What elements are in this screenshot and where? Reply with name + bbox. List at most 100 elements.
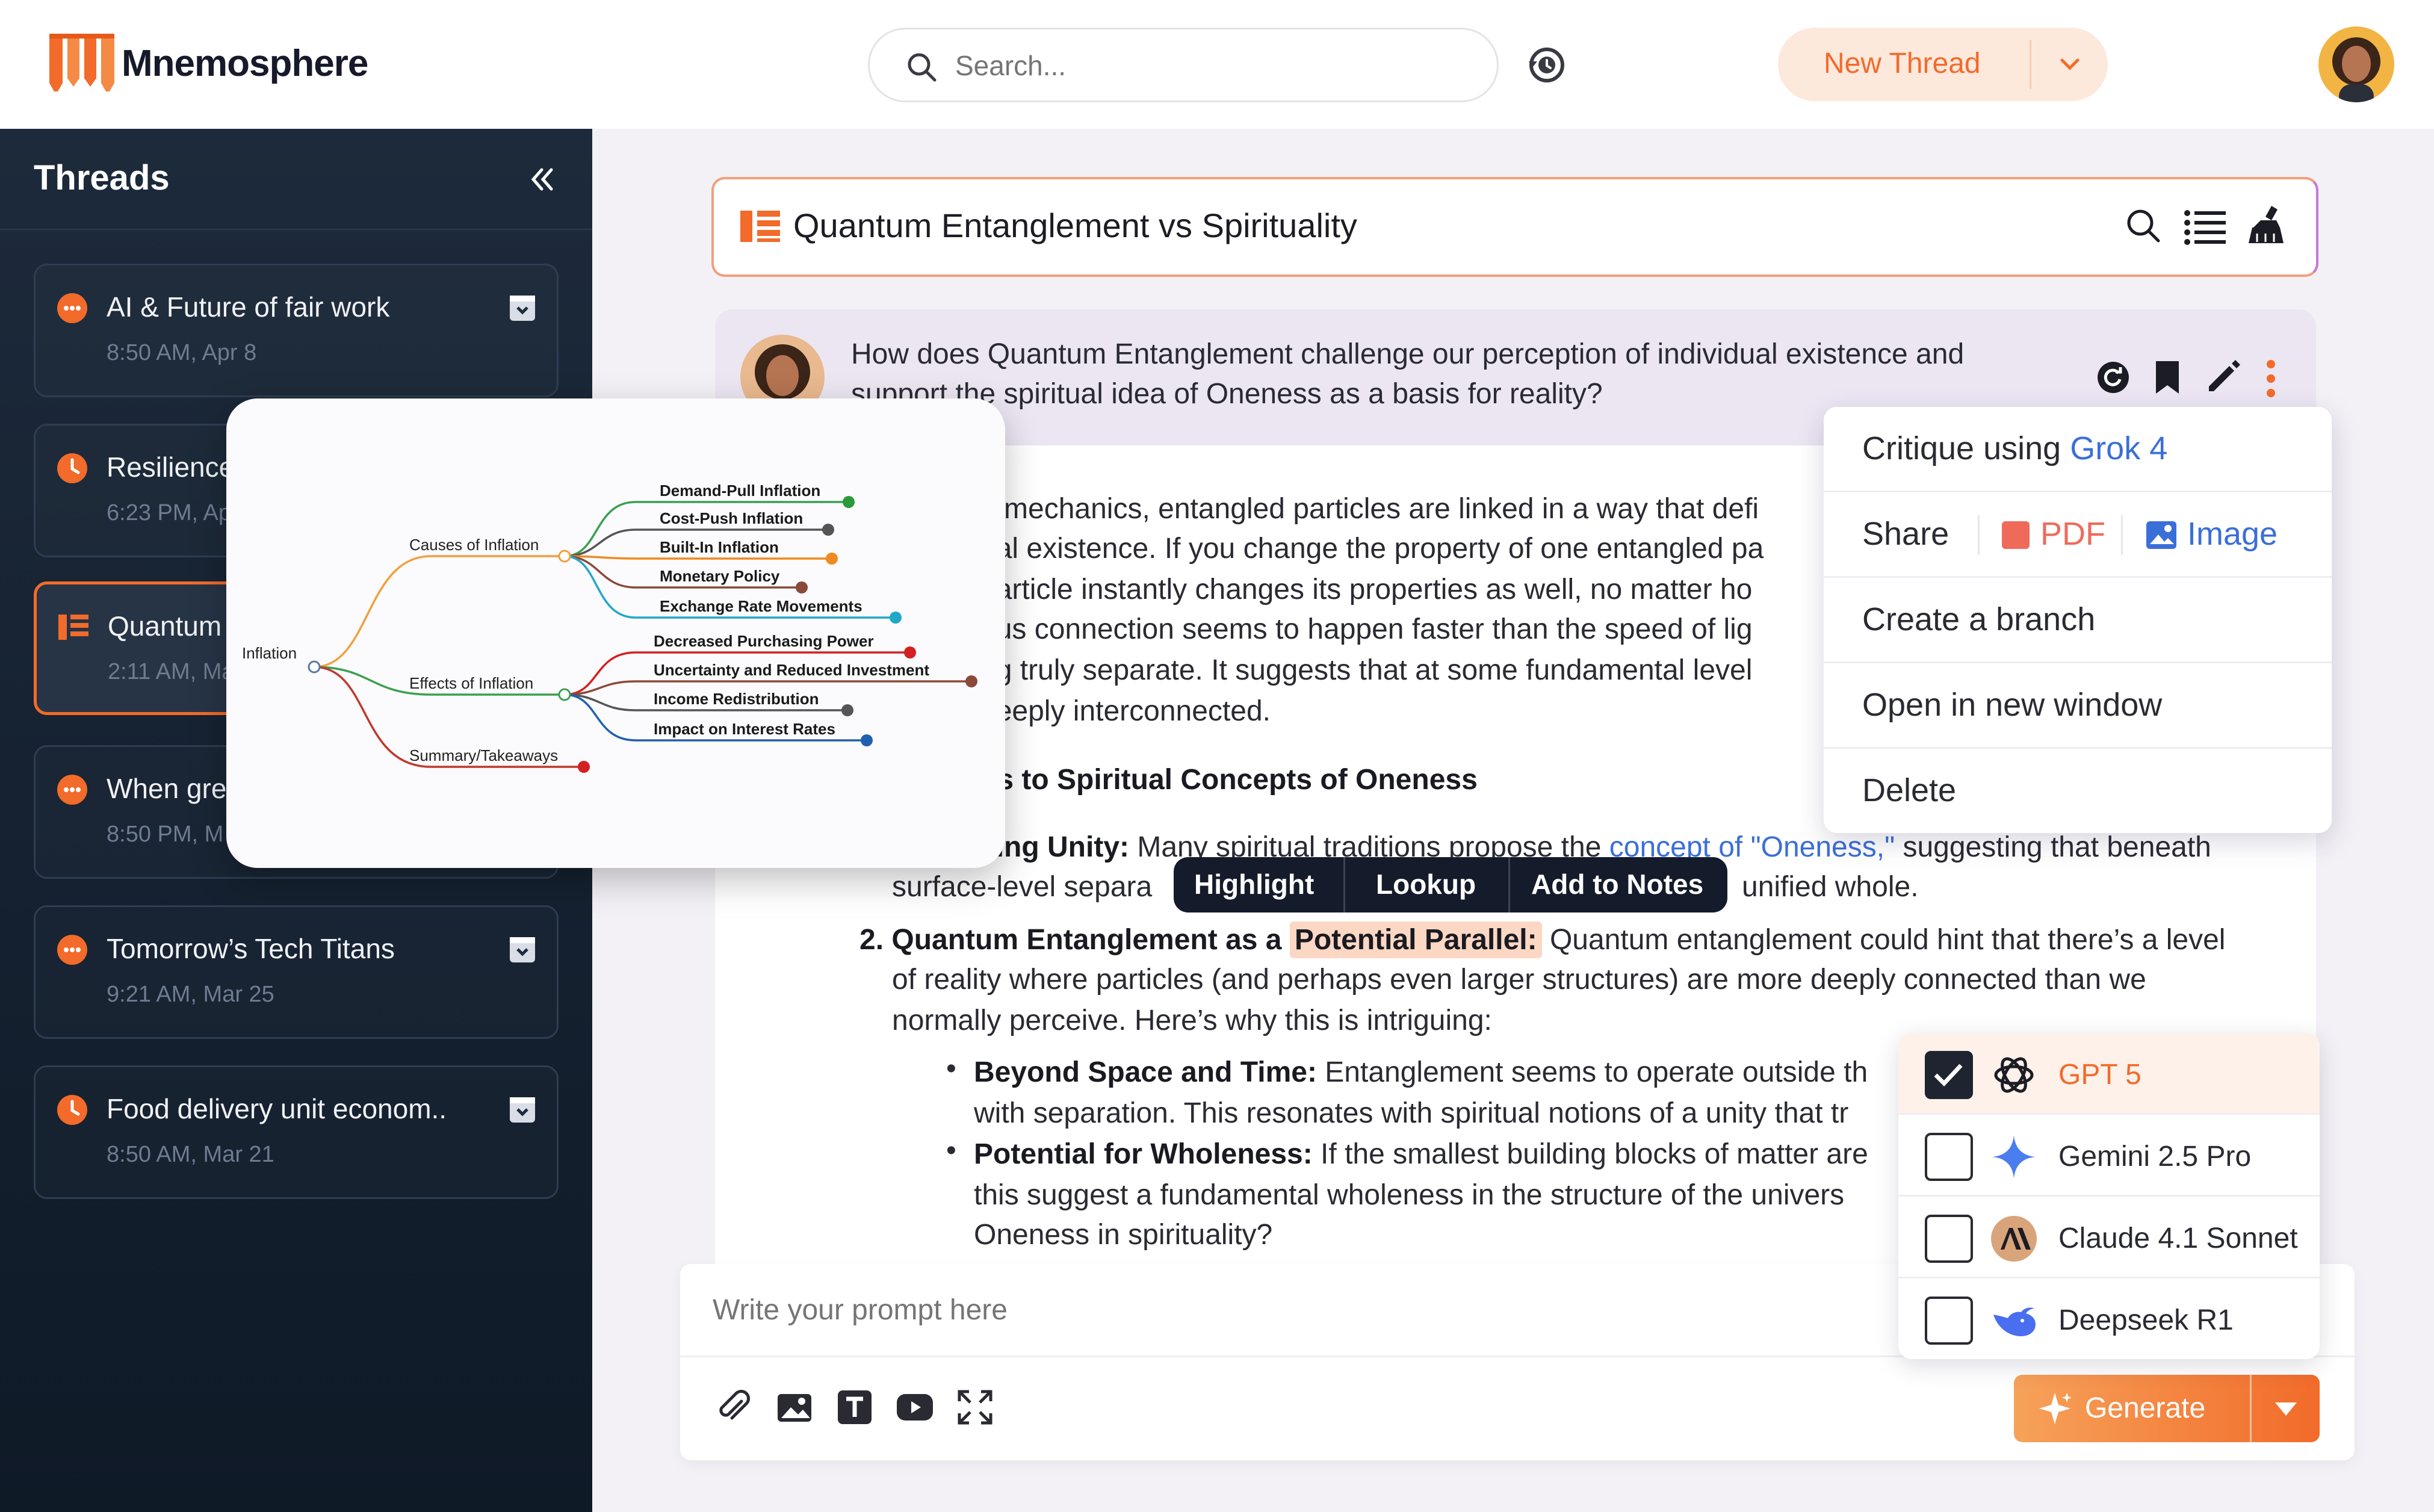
app-name: Mnemosphere (122, 43, 368, 84)
text-tool-icon[interactable] (835, 1388, 874, 1427)
generate-label: Generate (2085, 1392, 2206, 1424)
bookmark-icon[interactable] (2152, 360, 2182, 395)
new-thread-button[interactable]: New Thread (1778, 28, 2108, 101)
archive-icon[interactable] (507, 935, 537, 965)
divider (0, 229, 592, 230)
new-thread-label: New Thread (1824, 48, 1981, 79)
video-icon[interactable] (896, 1388, 934, 1427)
highlight-button[interactable]: Highlight (1194, 868, 1314, 900)
thread-title: When gre (107, 773, 227, 804)
thread-title: Tomorrow’s Tech Titans (107, 933, 395, 964)
mindmap-leaf: Decreased Purchasing Power (654, 632, 874, 650)
critique-model[interactable]: Grok 4 (2070, 430, 2167, 466)
model-name: Gemini 2.5 Pro (2058, 1141, 2252, 1173)
thread-time: 8:50 AM, Apr 8 (107, 340, 257, 365)
thread-card[interactable]: Tomorrow’s Tech Titans 9:21 AM, Mar 25 (34, 905, 559, 1039)
divider (2030, 40, 2031, 89)
list-item: 2. Quantum Entanglement as a Potential P… (859, 920, 2225, 961)
edit-pencil-icon[interactable] (2204, 359, 2241, 396)
model-checkbox[interactable] (1925, 1215, 1973, 1263)
divider (2121, 515, 2123, 555)
answer-line: ual existence. If you change the propert… (980, 533, 1764, 565)
generate-button[interactable]: Generate (2014, 1375, 2320, 1442)
thread-time: 2:11 AM, Ma (108, 659, 235, 684)
add-to-notes-button[interactable]: Add to Notes (1531, 868, 1703, 900)
chevron-down-icon[interactable] (2055, 49, 2085, 79)
model-checkbox[interactable] (1925, 1297, 1973, 1345)
model-option[interactable]: Gemini 2.5 Pro (1898, 1115, 2320, 1197)
mindmap-leaf: Income Redistribution (654, 690, 819, 708)
outline-list-icon[interactable] (2184, 208, 2226, 246)
more-vertical-icon[interactable] (2262, 359, 2280, 398)
thread-time: 9:21 AM, Mar 25 (107, 982, 274, 1007)
bullet-text: Entanglement seems to operate outside th (1316, 1056, 1868, 1088)
bullet-bold: Potential for Wholeness: (974, 1138, 1313, 1170)
sidebar-title: Threads (34, 158, 170, 197)
bullet-item: Potential for Wholeness: If the smallest… (974, 1134, 1868, 1175)
bullet-item: Beyond Space and Time: Entanglement seem… (974, 1052, 1868, 1093)
share-pdf-button[interactable]: PDF (2040, 515, 2105, 553)
answer-line: surface-level separa (892, 871, 1153, 903)
clear-broom-icon[interactable] (2247, 203, 2287, 246)
model-checkbox[interactable] (1925, 1051, 1973, 1099)
mindmap-branch: Effects of Inflation (409, 674, 533, 692)
question-line: How does Quantum Entanglement challenge … (851, 338, 1965, 370)
highlighted-text[interactable]: Potential Parallel: (1289, 922, 1542, 958)
divider (2250, 1375, 2252, 1442)
search-bar[interactable] (868, 28, 1499, 102)
thread-card[interactable]: AI & Future of fair work 8:50 AM, Apr 8 (34, 264, 559, 397)
item-bold: Quantum Entanglement as a (891, 924, 1290, 956)
answer-line: normally perceive. Here’s why this is in… (892, 1005, 1492, 1036)
bullet-dot: • (946, 1053, 956, 1085)
model-option[interactable]: GPT 5 (1898, 1033, 2320, 1115)
regenerate-icon[interactable] (2096, 360, 2131, 395)
thread-card[interactable]: Food delivery unit econom.. 8:50 AM, Mar… (34, 1065, 559, 1199)
delete-label: Delete (1862, 772, 1957, 808)
deepseek-icon (1993, 1307, 2036, 1336)
share-menu-item: Share PDF Image (1824, 492, 2332, 578)
model-name: Claude 4.1 Sonnet (2058, 1222, 2298, 1254)
caret-down-icon[interactable] (2271, 1395, 2300, 1422)
selection-toolbar: Highlight Lookup Add to Notes (1174, 857, 1727, 912)
mindmap-canvas: Inflation Causes of Inflation Effects of… (242, 482, 977, 773)
gemini-icon (1992, 1135, 2036, 1179)
model-option[interactable]: Deepseek R1 (1898, 1278, 2320, 1360)
image-upload-icon[interactable] (775, 1388, 814, 1427)
model-checkbox[interactable] (1925, 1133, 1973, 1181)
share-label: Share (1862, 516, 1949, 552)
answer-line: Oneness in spirituality? (974, 1219, 1273, 1251)
search-icon[interactable] (2125, 207, 2162, 244)
archive-icon[interactable] (507, 293, 537, 323)
thread-icon (58, 615, 88, 640)
attach-icon[interactable] (714, 1388, 752, 1427)
clock-icon (57, 1095, 87, 1125)
expand-icon[interactable] (956, 1388, 994, 1427)
critique-menu-item[interactable]: Critique using Grok 4 (1824, 407, 2332, 492)
prompt-input[interactable] (713, 1286, 1856, 1334)
question-text: How does Quantum Entanglement challenge … (851, 335, 2043, 414)
mindmap-leaf: Cost-Push Inflation (660, 509, 803, 527)
create-branch-item[interactable]: Create a branch (1824, 578, 2332, 663)
lookup-button[interactable]: Lookup (1376, 868, 1476, 900)
user-avatar[interactable] (2318, 26, 2394, 102)
share-image-button[interactable]: Image (2187, 515, 2278, 553)
chat-bubble-icon (57, 935, 87, 965)
answer-line: unified whole. (1742, 871, 1919, 903)
message-context-menu: Critique using Grok 4 Share PDF Image Cr… (1824, 407, 2332, 833)
mindmap-leaf: Uncertainty and Reduced Investment (654, 661, 929, 679)
mindmap-leaf: Demand-Pull Inflation (660, 482, 820, 500)
history-icon[interactable] (1525, 43, 1567, 85)
model-option[interactable]: Claude 4.1 Sonnet (1898, 1197, 2320, 1278)
open-new-window-item[interactable]: Open in new window (1824, 663, 2332, 749)
delete-item[interactable]: Delete (1824, 749, 2332, 834)
item-text: Quantum entanglement could hint that the… (1541, 924, 2226, 956)
chat-bubble-icon (57, 775, 87, 805)
chat-bubble-icon (57, 293, 87, 323)
thread-title: Quantum Entanglement vs Spirituality (793, 206, 1357, 244)
collapse-sidebar-icon[interactable] (525, 163, 559, 196)
mindmap-popup[interactable]: Inflation Causes of Inflation Effects of… (226, 398, 1005, 868)
answer-line: ng truly separate. It suggests that at s… (980, 654, 1753, 686)
search-input[interactable] (955, 44, 1473, 87)
archive-icon[interactable] (507, 1095, 537, 1125)
search-icon (908, 53, 937, 82)
